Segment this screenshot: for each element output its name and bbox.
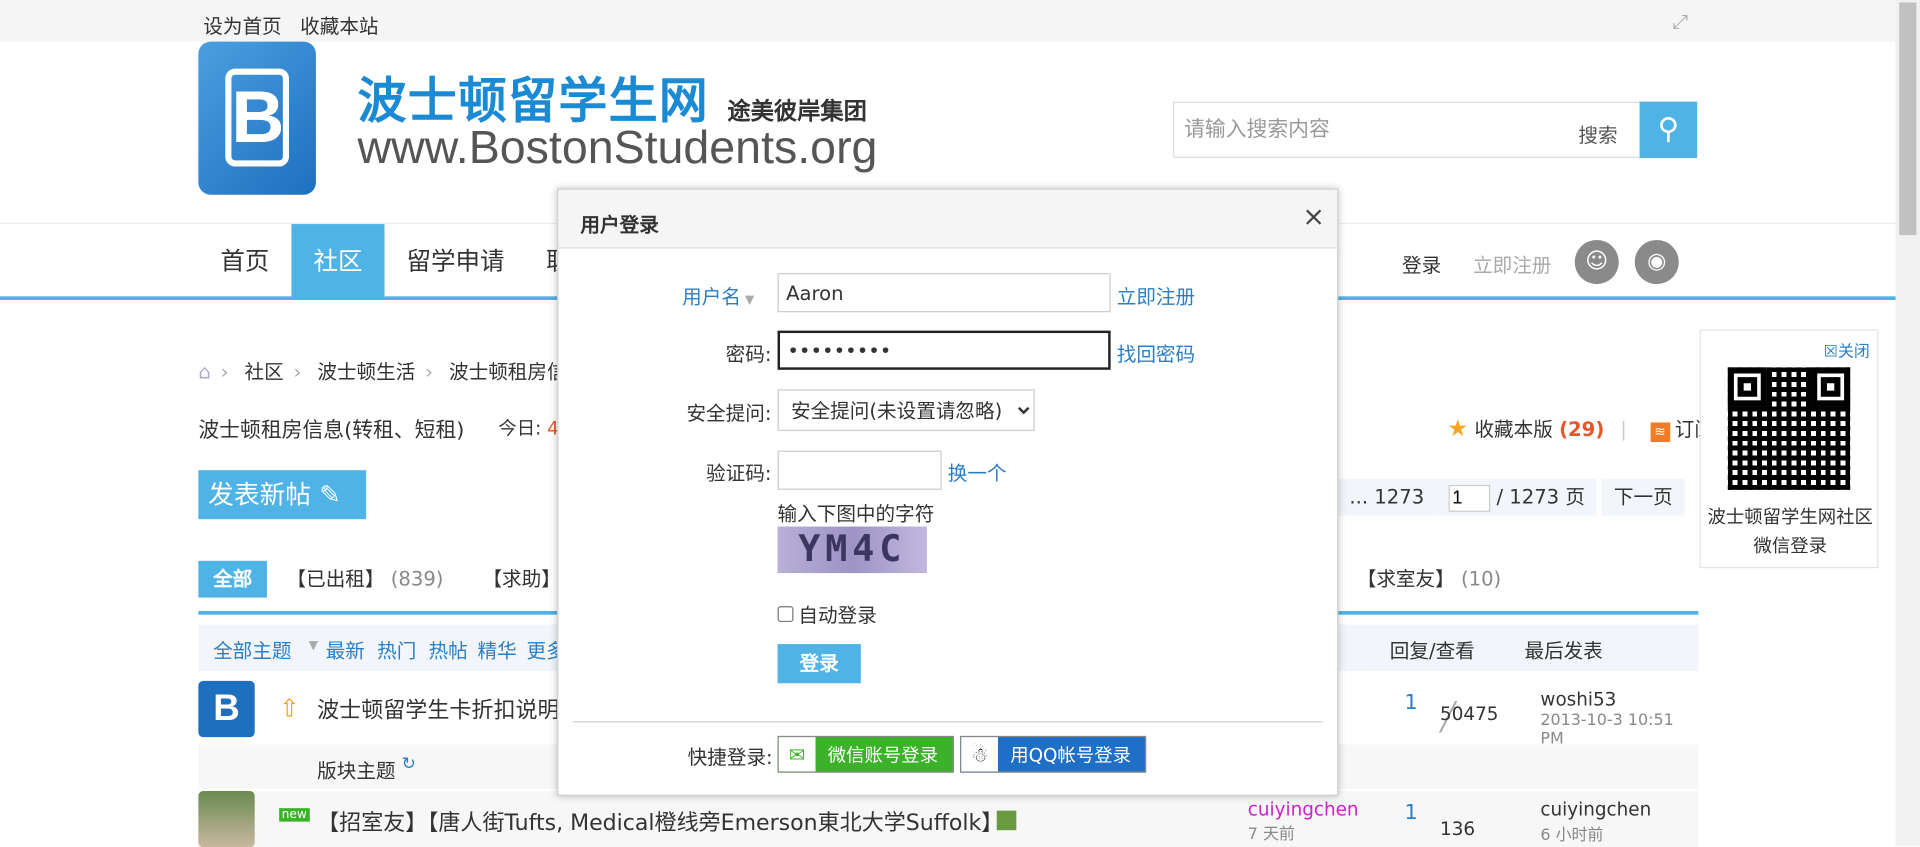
bookmark-site-link[interactable]: 收藏本站 bbox=[300, 15, 378, 38]
fullscreen-icon[interactable]: ⤢ bbox=[1673, 10, 1695, 33]
scrollbar-thumb[interactable] bbox=[1899, 2, 1917, 236]
forum-title: 波士顿租房信息(转租、短租) bbox=[198, 418, 465, 444]
thread-avatar: B bbox=[198, 680, 255, 738]
col-reply-view: 回复/查看 bbox=[1389, 639, 1475, 663]
home-icon[interactable]: ⌂ bbox=[198, 360, 210, 383]
last-poster[interactable]: woshi53 bbox=[1540, 688, 1616, 710]
qr-caption: 波士顿留学生网社区微信登录 bbox=[1707, 505, 1873, 558]
new-post-button[interactable]: 发表新帖 ✎ bbox=[198, 470, 367, 520]
table-row[interactable]: new 【招室友】【唐人街Tufts, Medical橙线旁Emerson東北大… bbox=[198, 791, 1699, 847]
password-label: 密码: bbox=[725, 342, 772, 367]
filter-digest[interactable]: 精华 bbox=[478, 634, 517, 663]
tab-all[interactable]: 全部 bbox=[198, 560, 267, 598]
up-arrow-icon: ⇧ bbox=[279, 693, 300, 723]
login-dialog: 用户登录 × 用户名 ▼ 立即注册 密码: 找回密码 安全提问: 安全提问(未设… bbox=[557, 188, 1339, 796]
edit-icon: ✎ bbox=[319, 480, 341, 510]
username-field[interactable] bbox=[777, 273, 1111, 313]
auto-login-checkbox[interactable]: 自动登录 bbox=[777, 599, 877, 628]
last-post-time: 6 小时前 bbox=[1540, 826, 1604, 845]
thread-author[interactable]: cuiyingchen bbox=[1248, 798, 1359, 820]
dialog-title: 用户登录 bbox=[580, 213, 659, 237]
thread-author-time: 7 天前 bbox=[1247, 825, 1295, 844]
password-field[interactable] bbox=[777, 330, 1111, 370]
site-url: www.BostonStudents.org bbox=[357, 122, 878, 174]
scrollbar[interactable] bbox=[1895, 0, 1920, 847]
quick-login-label: 快捷登录: bbox=[687, 745, 773, 769]
set-home-link[interactable]: 设为首页 bbox=[203, 15, 281, 38]
site-group: 途美彼岸集团 bbox=[727, 97, 867, 125]
view-count: 50475 bbox=[1440, 702, 1499, 725]
col-last-post: 最后发表 bbox=[1524, 639, 1603, 663]
top-bar: 设为首页 收藏本站 ⤢ bbox=[0, 0, 1896, 42]
register-link[interactable]: 立即注册 bbox=[1117, 280, 1195, 309]
search-box: 搜索 ⚲ bbox=[1173, 101, 1698, 158]
thread-title[interactable]: 波士顿留学生卡折扣说明 bbox=[317, 693, 559, 725]
security-question-select[interactable]: 安全提问(未设置请忽略) bbox=[777, 389, 1035, 432]
captcha-image[interactable]: YM4C bbox=[777, 526, 927, 574]
captcha-label: 验证码: bbox=[706, 461, 772, 485]
favorite-forum[interactable]: ★ 收藏本版 (29) | ≋ 订阅 bbox=[1447, 413, 1714, 443]
close-qr-button[interactable]: ☒关闭 bbox=[1824, 338, 1870, 361]
captcha-field[interactable] bbox=[777, 450, 942, 490]
tab-help[interactable]: 【求助】 bbox=[482, 561, 560, 598]
register-link[interactable]: 立即注册 bbox=[1473, 249, 1551, 278]
last-poster[interactable]: cuiyingchen bbox=[1540, 798, 1651, 820]
captcha-hint: 输入下图中的字符 bbox=[777, 502, 935, 526]
thread-avatar bbox=[198, 791, 255, 847]
login-link[interactable]: 登录 bbox=[1402, 249, 1441, 278]
filter-hotreply[interactable]: 热帖 bbox=[429, 634, 468, 663]
forgot-password-link[interactable]: 找回密码 bbox=[1117, 338, 1195, 367]
pager-last[interactable]: ... 1273 bbox=[1337, 478, 1437, 516]
nav-item-community[interactable]: 社区 bbox=[291, 224, 385, 298]
pager-jump: / 1273 页 bbox=[1436, 478, 1598, 516]
search-icon[interactable]: ⚲ bbox=[1639, 101, 1698, 158]
breadcrumb: ⌂ › 社区 › 波士顿生活 › 波士顿租房信 bbox=[198, 360, 567, 384]
username-type-select[interactable]: 用户名 ▼ bbox=[558, 280, 754, 309]
tab-rented[interactable]: 【已出租】 (839) bbox=[287, 561, 444, 598]
dialog-header: 用户登录 × bbox=[558, 189, 1338, 249]
wechat-login-button[interactable]: ✉ 微信账号登录 bbox=[777, 735, 954, 773]
filter-hot[interactable]: 热门 bbox=[377, 634, 416, 663]
nav-item-home[interactable]: 首页 bbox=[198, 224, 291, 297]
star-icon: ★ bbox=[1447, 415, 1469, 443]
rss-icon: ≋ bbox=[1650, 422, 1670, 443]
site-logo[interactable]: B bbox=[198, 41, 316, 195]
breadcrumb-item[interactable]: 波士顿租房信 bbox=[449, 360, 567, 383]
divider bbox=[573, 721, 1323, 723]
weibo-icon[interactable]: ◉ bbox=[1634, 240, 1679, 285]
security-question-label: 安全提问: bbox=[686, 401, 772, 425]
filter-latest[interactable]: 最新 bbox=[326, 634, 365, 663]
login-submit-button[interactable]: 登录 bbox=[777, 644, 861, 684]
view-count: 136 bbox=[1440, 817, 1476, 841]
wechat-icon: ✉ bbox=[778, 737, 816, 772]
page-input[interactable] bbox=[1448, 484, 1491, 512]
breadcrumb-item[interactable]: 波士顿生活 bbox=[317, 360, 415, 383]
qr-code bbox=[1727, 367, 1851, 490]
next-page-button[interactable]: 下一页 bbox=[1601, 478, 1685, 516]
qq-penguin-icon: ☃ bbox=[961, 737, 998, 772]
captcha-refresh-link[interactable]: 换一个 bbox=[948, 457, 1007, 486]
image-attachment-icon bbox=[996, 810, 1017, 831]
search-label[interactable]: 搜索 bbox=[1578, 119, 1617, 148]
today-count: 今日: 4 bbox=[498, 417, 559, 440]
tab-roommate[interactable]: 【求室友】 (10) bbox=[1357, 561, 1501, 598]
filter-all[interactable]: 全部主题 bbox=[213, 634, 291, 663]
qq-icon[interactable]: ☺ bbox=[1574, 240, 1619, 285]
wechat-qr-panel: ☒关闭 波士顿留学生网社区微信登录 bbox=[1699, 329, 1879, 569]
chevron-down-icon: ▼ bbox=[308, 639, 319, 653]
reply-count: 1 bbox=[1404, 690, 1418, 716]
reply-count: 1 bbox=[1404, 800, 1418, 826]
last-post-time: 2013-10-3 10:51 PM bbox=[1540, 711, 1674, 749]
new-icon: new bbox=[279, 808, 310, 822]
qq-login-button[interactable]: ☃ 用QQ帐号登录 bbox=[960, 735, 1147, 773]
close-icon[interactable]: × bbox=[1302, 202, 1325, 233]
thread-title[interactable]: 【招室友】【唐人街Tufts, Medical橙线旁Emerson東北大学Suf… bbox=[317, 806, 1003, 838]
section-label: 版块主题 bbox=[317, 759, 396, 783]
search-input[interactable] bbox=[1174, 102, 1567, 157]
refresh-icon[interactable]: ↻ bbox=[402, 754, 416, 774]
nav-item-apply[interactable]: 留学申请 bbox=[384, 224, 526, 297]
breadcrumb-item[interactable]: 社区 bbox=[244, 360, 283, 383]
